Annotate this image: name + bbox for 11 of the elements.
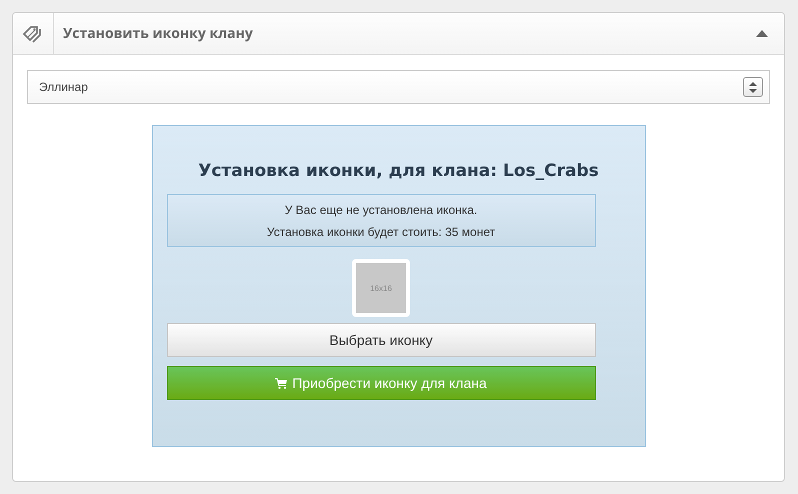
choose-icon-button[interactable]: Выбрать иконку [166, 323, 596, 357]
tag-icon [22, 24, 44, 42]
notice-text: У Вас еще не установлена иконка. [284, 202, 478, 219]
notice-text: Установка иконки будет стоить: 35 монет [266, 224, 496, 241]
setup-heading: Установка иконки, для клана: Los_Crabs [197, 160, 600, 182]
spinner-arrows-icon [749, 82, 757, 92]
cart-icon [275, 378, 288, 388]
panel-title: Установить иконку клану [62, 24, 254, 43]
collapse-icon[interactable] [756, 30, 768, 37]
server-select[interactable]: Эллинар [27, 70, 770, 104]
preview-size-label: 16x16 [370, 284, 392, 292]
